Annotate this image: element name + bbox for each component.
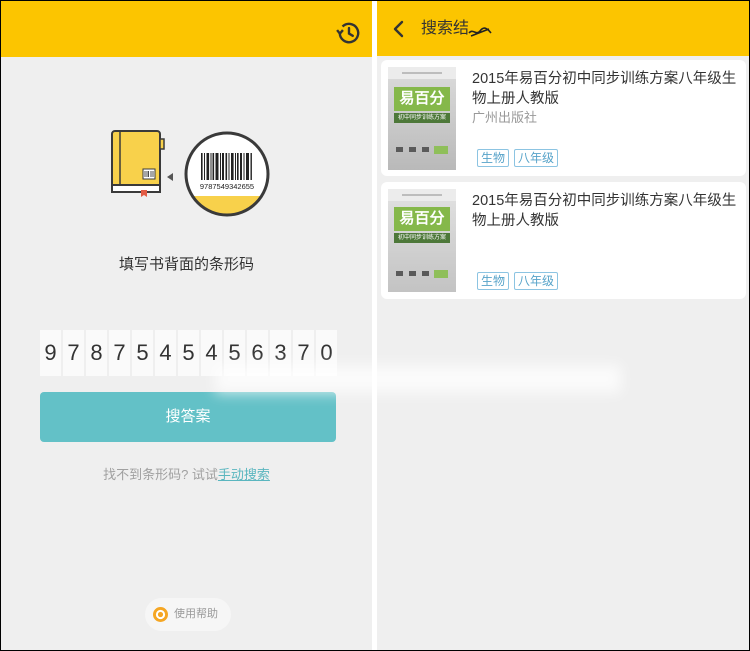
pointer-arrow-icon bbox=[167, 173, 173, 181]
digit-box[interactable]: 5 bbox=[132, 330, 153, 376]
digit-box[interactable]: 4 bbox=[155, 330, 176, 376]
cover-subtitle: 初中同步训练方案 bbox=[394, 233, 450, 243]
book-publisher: 广州出版社 bbox=[472, 110, 538, 125]
chevron-left-icon bbox=[393, 20, 404, 38]
barcode-number: 9787549342655 bbox=[200, 182, 254, 191]
barcode-digit-input[interactable]: 9 7 8 7 5 4 5 4 5 6 3 7 0 bbox=[40, 330, 337, 376]
book-cover: 易百分 初中同步训练方案 bbox=[388, 67, 456, 170]
digit-box[interactable]: 4 bbox=[201, 330, 222, 376]
digit-box[interactable]: 0 bbox=[316, 330, 337, 376]
subject-tag: 生物 bbox=[477, 149, 510, 167]
digit-box[interactable]: 7 bbox=[293, 330, 314, 376]
search-results-screen: 搜索结 易百分 初中同步训练方案 2015年易百分初中同步训练方案八年级生物上册… bbox=[377, 1, 749, 650]
digit-box[interactable]: 7 bbox=[109, 330, 130, 376]
book-title: 2015年易百分初中同步训练方案八年级生物上册人教版 bbox=[472, 71, 737, 107]
tag-list: 生物 八年级 bbox=[477, 149, 559, 167]
page-title: 搜索结 bbox=[421, 20, 470, 37]
book-cover: 易百分 初中同步训练方案 bbox=[388, 189, 456, 292]
barcode-scan-illustration: 9787549342655 bbox=[184, 131, 270, 217]
cover-brand: 易百分 bbox=[394, 207, 450, 231]
tag-list: 生物 八年级 bbox=[477, 272, 559, 290]
book-illustration bbox=[111, 130, 165, 197]
cover-subtitle: 初中同步训练方案 bbox=[394, 113, 450, 123]
digit-box[interactable]: 9 bbox=[40, 330, 61, 376]
digit-box[interactable]: 5 bbox=[178, 330, 199, 376]
instruction-text: 填写书背面的条形码 bbox=[118, 256, 254, 273]
history-icon bbox=[336, 22, 360, 44]
result-card[interactable]: 易百分 初中同步训练方案 2015年易百分初中同步训练方案八年级生物上册人教版 … bbox=[381, 60, 746, 176]
grade-tag: 八年级 bbox=[514, 149, 559, 167]
digit-box[interactable]: 8 bbox=[86, 330, 107, 376]
cover-brand: 易百分 bbox=[394, 87, 450, 111]
result-card[interactable]: 易百分 初中同步训练方案 2015年易百分初中同步训练方案八年级生物上册人教版 … bbox=[381, 182, 746, 299]
digit-box[interactable]: 6 bbox=[247, 330, 268, 376]
history-button[interactable] bbox=[336, 20, 362, 46]
top-bar bbox=[1, 1, 372, 57]
barcode-entry-screen: 9787549342655 填写书背面的条形码 9 7 8 7 5 4 5 4 … bbox=[1, 1, 372, 650]
digit-box[interactable]: 7 bbox=[63, 330, 84, 376]
search-answers-button[interactable]: 搜答案 bbox=[40, 392, 336, 442]
grade-tag: 八年级 bbox=[514, 272, 559, 290]
help-label: 使用帮助 bbox=[174, 608, 218, 620]
back-button[interactable] bbox=[392, 20, 404, 38]
scribble-mark bbox=[468, 27, 492, 37]
hint-text: 找不到条形码? 试试 bbox=[103, 467, 218, 482]
digit-box[interactable]: 5 bbox=[224, 330, 245, 376]
book-title: 2015年易百分初中同步训练方案八年级生物上册人教版 bbox=[472, 193, 737, 229]
help-button[interactable]: 使用帮助 bbox=[145, 598, 231, 631]
manual-search-link[interactable]: 手动搜索 bbox=[218, 467, 270, 482]
digit-box[interactable]: 3 bbox=[270, 330, 291, 376]
manual-search-hint: 找不到条形码? 试试手动搜索 bbox=[1, 466, 372, 484]
subject-tag: 生物 bbox=[477, 272, 510, 290]
help-icon bbox=[153, 607, 168, 622]
screenshot-frame: 9787549342655 填写书背面的条形码 9 7 8 7 5 4 5 4 … bbox=[0, 0, 750, 651]
